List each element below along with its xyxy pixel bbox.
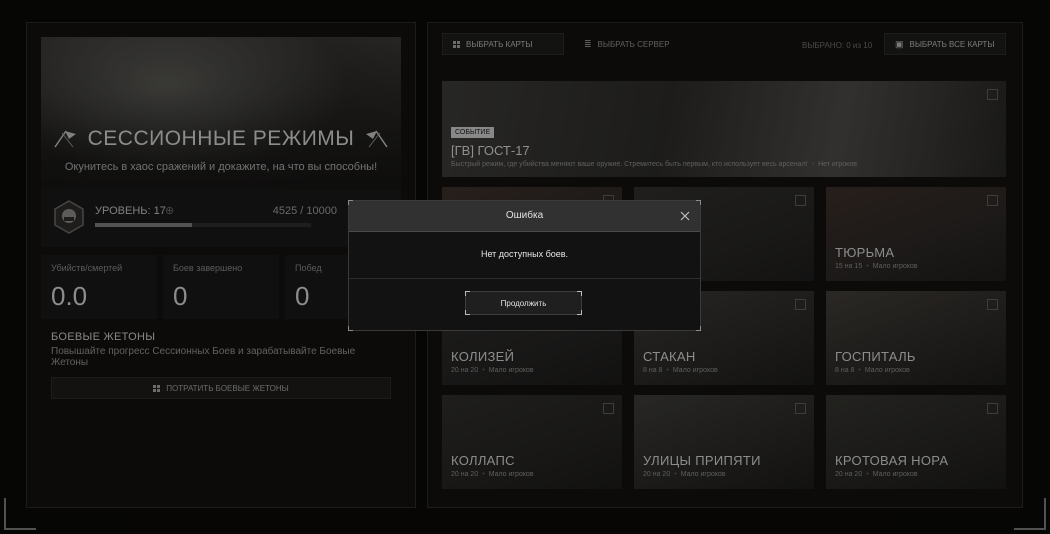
dialog-message: Нет доступных боев. bbox=[480, 249, 569, 259]
dialog-title: Ошибка bbox=[505, 210, 544, 221]
continue-button[interactable]: Продолжить bbox=[465, 291, 582, 315]
error-dialog: Ошибка Нет доступных боев. Продолжить bbox=[348, 200, 701, 331]
continue-label: Продолжить bbox=[500, 298, 547, 308]
close-icon[interactable] bbox=[678, 209, 692, 223]
dialog-header: Ошибка bbox=[349, 201, 700, 232]
dialog-divider bbox=[349, 278, 700, 279]
